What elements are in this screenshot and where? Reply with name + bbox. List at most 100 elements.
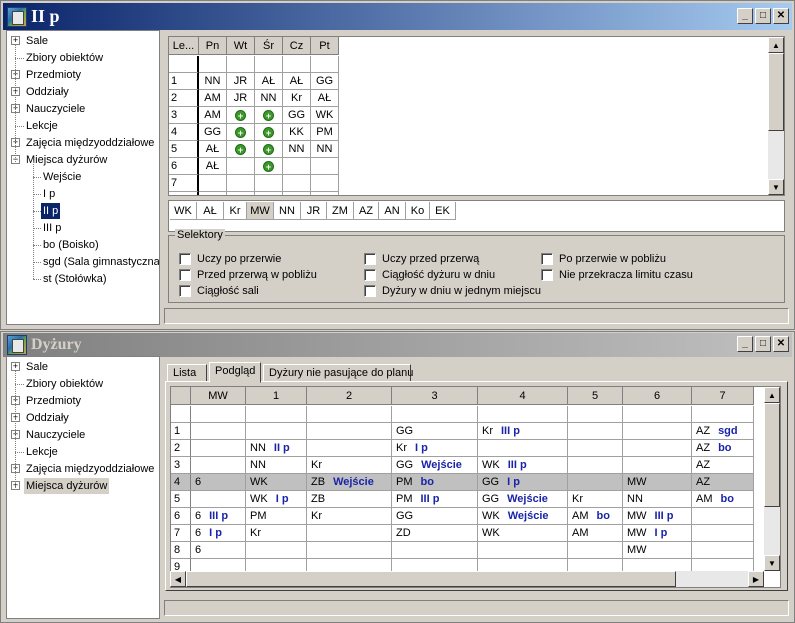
duty-cell[interactable]: Kr I p (392, 440, 478, 457)
column-header-4[interactable]: 4 (478, 387, 568, 405)
schedule-cell[interactable]: NN (199, 73, 227, 90)
day-header-pt[interactable]: Pt (311, 37, 339, 55)
duty-cell[interactable]: WK III p (478, 457, 568, 474)
schedule-cell[interactable]: AŁ (199, 158, 227, 175)
green-plus-icon[interactable]: + (235, 109, 246, 121)
duty-cell[interactable]: AZ sgd (692, 423, 754, 440)
duty-cell[interactable] (568, 440, 623, 457)
duty-cell[interactable] (478, 406, 568, 423)
duty-cell[interactable] (692, 406, 754, 423)
close-button[interactable]: ✕ (773, 8, 789, 24)
minimize-button[interactable]: _ (737, 8, 753, 24)
teacher-chip-ał[interactable]: AŁ (197, 202, 224, 220)
minimize-button[interactable]: _ (737, 336, 753, 352)
duty-cell[interactable] (568, 542, 623, 559)
duty-cell[interactable] (307, 542, 392, 559)
duty-cell[interactable]: AM (568, 525, 623, 542)
duty-cell[interactable]: MW I p (623, 525, 692, 542)
day-header-pn[interactable]: Pn (199, 37, 227, 55)
duty-cell[interactable] (623, 406, 692, 423)
duty-cell[interactable]: Kr (307, 457, 392, 474)
schedule-cell[interactable]: GG (311, 73, 339, 90)
green-plus-icon[interactable]: + (263, 143, 274, 155)
duty-cell[interactable] (568, 474, 623, 491)
schedule-cell[interactable] (311, 175, 339, 192)
schedule-cell[interactable]: AŁ (255, 73, 283, 90)
schedule-cell[interactable] (227, 158, 255, 175)
day-header-cz[interactable]: Cz (283, 37, 311, 55)
selector-checkbox-ciągłość-sali[interactable]: Ciągłość sali (179, 285, 259, 297)
green-plus-icon[interactable]: + (235, 143, 246, 155)
duty-cell[interactable]: 6 III p (191, 508, 246, 525)
scroll-down-button[interactable]: ▼ (764, 555, 780, 571)
teacher-chip-ek[interactable]: EK (430, 202, 456, 220)
schedule-cell[interactable]: + (227, 141, 255, 158)
schedule-cell[interactable] (199, 56, 227, 73)
selector-checkbox-nie-przekracza-limitu-czasu[interactable]: Nie przekracza limitu czasu (541, 269, 693, 281)
duty-cell[interactable]: PM III p (392, 491, 478, 508)
top-grid-vscroll[interactable]: ▲ ▼ (768, 37, 784, 195)
checkbox[interactable] (179, 253, 191, 265)
selector-checkbox-uczy-przed-przerwą[interactable]: Uczy przed przerwą (364, 253, 479, 265)
duty-cell[interactable]: AM bo (692, 491, 754, 508)
schedule-cell[interactable]: AŁ (311, 90, 339, 107)
schedule-cell[interactable]: KK (283, 124, 311, 141)
column-header-5[interactable]: 5 (568, 387, 623, 405)
schedule-cell[interactable] (255, 175, 283, 192)
column-header-6[interactable]: 6 (623, 387, 692, 405)
schedule-cell[interactable]: WK (311, 107, 339, 124)
grid-corner-header[interactable]: Le... (169, 37, 199, 55)
selector-checkbox-uczy-po-przerwie[interactable]: Uczy po przerwie (179, 253, 281, 265)
duty-cell[interactable]: NN (623, 491, 692, 508)
green-plus-icon[interactable]: + (235, 126, 246, 138)
bottom-titlebar[interactable]: Dyżury _ □ ✕ (3, 333, 792, 357)
checkbox[interactable] (364, 253, 376, 265)
duty-cell[interactable]: AM bo (568, 508, 623, 525)
schedule-cell[interactable]: + (255, 107, 283, 124)
schedule-cell[interactable] (227, 175, 255, 192)
scroll-thumb[interactable] (768, 53, 784, 131)
duty-cell[interactable]: AZ bo (692, 440, 754, 457)
schedule-cell[interactable] (283, 158, 311, 175)
duty-cell[interactable] (191, 423, 246, 440)
schedule-cell[interactable]: Kr (283, 90, 311, 107)
schedule-cell[interactable] (311, 192, 339, 195)
duty-cell[interactable] (692, 542, 754, 559)
duty-cell[interactable] (478, 542, 568, 559)
schedule-cell[interactable]: JR (227, 73, 255, 90)
duty-cell[interactable]: ZB (307, 491, 392, 508)
duty-cell[interactable]: Kr (568, 491, 623, 508)
maximize-button[interactable]: □ (755, 336, 771, 352)
maximize-button[interactable]: □ (755, 8, 771, 24)
day-header-śr[interactable]: Śr (255, 37, 283, 55)
duty-cell[interactable]: AZ (692, 474, 754, 491)
schedule-cell[interactable]: + (227, 107, 255, 124)
duty-cell[interactable] (692, 525, 754, 542)
schedule-cell[interactable]: NN (255, 90, 283, 107)
duty-cell[interactable] (568, 423, 623, 440)
expand-icon[interactable]: + (11, 36, 20, 45)
column-header-1[interactable]: 1 (246, 387, 307, 405)
duty-cell[interactable] (568, 457, 623, 474)
duty-cell[interactable]: GG I p (478, 474, 568, 491)
duty-cell[interactable]: PM bo (392, 474, 478, 491)
duty-cell[interactable] (246, 406, 307, 423)
schedule-cell[interactable] (311, 56, 339, 73)
teacher-chip-ko[interactable]: Ko (406, 202, 430, 220)
top-schedule-grid[interactable]: Le... Pn Wt Śr Cz Pt 1 NN JR AŁ AŁ GG 2 AM JR NN Kr AŁ 3 AM… (168, 36, 785, 196)
duty-cell[interactable]: 6 I p (191, 525, 246, 542)
duty-cell[interactable]: GG Wejście (392, 457, 478, 474)
duty-cell[interactable]: WK (246, 474, 307, 491)
hscroll-thumb[interactable] (186, 571, 676, 587)
checkbox[interactable] (364, 285, 376, 297)
duty-cell[interactable] (191, 406, 246, 423)
top-titlebar[interactable]: II p _ □ ✕ (3, 3, 792, 30)
duty-cell[interactable] (246, 423, 307, 440)
duty-cell[interactable]: Kr (307, 508, 392, 525)
duty-cell[interactable]: PM (246, 508, 307, 525)
duty-cell[interactable] (307, 440, 392, 457)
schedule-cell[interactable] (227, 192, 255, 195)
duty-cell[interactable]: ZB Wejście (307, 474, 392, 491)
schedule-cell[interactable] (283, 175, 311, 192)
schedule-cell[interactable] (255, 192, 283, 195)
